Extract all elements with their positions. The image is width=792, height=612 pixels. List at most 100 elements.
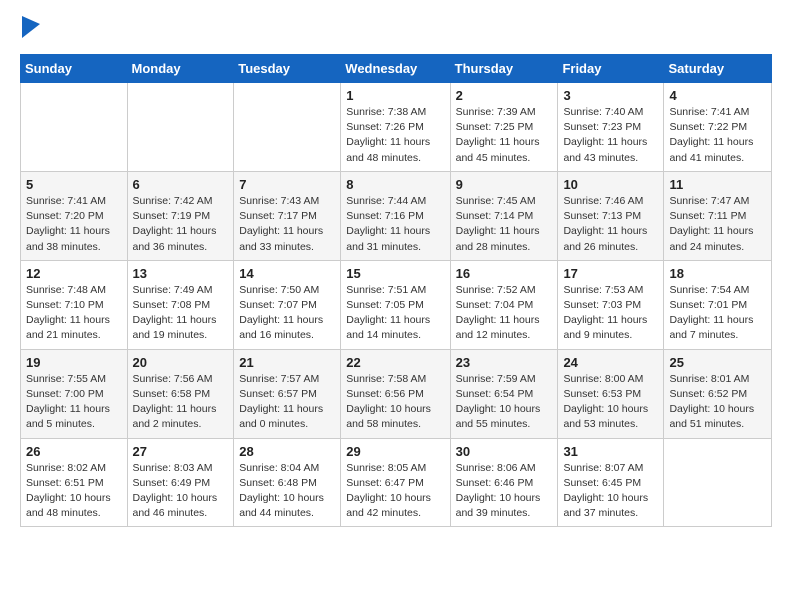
calendar-header-row: SundayMondayTuesdayWednesdayThursdayFrid… xyxy=(21,55,772,83)
day-info: Sunrise: 7:55 AM Sunset: 7:00 PM Dayligh… xyxy=(26,372,122,433)
calendar-week-row: 19 Sunrise: 7:55 AM Sunset: 7:00 PM Dayli… xyxy=(21,349,772,438)
day-number: 26 xyxy=(26,444,122,459)
calendar-cell: 4Sunrise: 7:41 AM Sunset: 7:22 PM Daylig… xyxy=(664,83,772,172)
calendar-cell: 27 Sunrise: 8:03 AM Sunset: 6:49 PM Dayli… xyxy=(127,438,234,527)
day-number: 25 xyxy=(669,355,766,370)
day-info: Sunrise: 7:46 AM Sunset: 7:13 PM Dayligh… xyxy=(563,194,658,255)
day-info: Sunrise: 8:03 AM Sunset: 6:49 PM Dayligh… xyxy=(133,461,229,522)
calendar-cell: 8 Sunrise: 7:44 AM Sunset: 7:16 PM Daylig… xyxy=(341,171,450,260)
day-number: 29 xyxy=(346,444,444,459)
day-number: 24 xyxy=(563,355,658,370)
day-number: 1 xyxy=(346,88,444,103)
calendar-cell: 1 Sunrise: 7:38 AM Sunset: 7:26 PM Daylig… xyxy=(341,83,450,172)
day-info: Sunrise: 7:54 AM Sunset: 7:01 PM Dayligh… xyxy=(669,283,766,344)
day-info: Sunrise: 7:48 AM Sunset: 7:10 PM Dayligh… xyxy=(26,283,122,344)
calendar-cell: 24 Sunrise: 8:00 AM Sunset: 6:53 PM Dayli… xyxy=(558,349,664,438)
day-number: 4 xyxy=(669,88,766,103)
calendar-cell: 25 Sunrise: 8:01 AM Sunset: 6:52 PM Dayli… xyxy=(664,349,772,438)
day-number: 13 xyxy=(133,266,229,281)
calendar-cell: 6 Sunrise: 7:42 AM Sunset: 7:19 PM Daylig… xyxy=(127,171,234,260)
calendar-cell: 21 Sunrise: 7:57 AM Sunset: 6:57 PM Dayli… xyxy=(234,349,341,438)
calendar-cell: 16Sunrise: 7:52 AM Sunset: 7:04 PM Dayli… xyxy=(450,260,558,349)
weekday-header: Sunday xyxy=(21,55,128,83)
calendar-cell: 26 Sunrise: 8:02 AM Sunset: 6:51 PM Dayli… xyxy=(21,438,128,527)
weekday-header: Tuesday xyxy=(234,55,341,83)
calendar-week-row: 26 Sunrise: 8:02 AM Sunset: 6:51 PM Dayli… xyxy=(21,438,772,527)
weekday-header: Wednesday xyxy=(341,55,450,83)
day-info: Sunrise: 8:02 AM Sunset: 6:51 PM Dayligh… xyxy=(26,461,122,522)
day-number: 11 xyxy=(669,177,766,192)
weekday-header: Saturday xyxy=(664,55,772,83)
day-info: Sunrise: 7:57 AM Sunset: 6:57 PM Dayligh… xyxy=(239,372,335,433)
day-number: 15 xyxy=(346,266,444,281)
calendar-week-row: 12Sunrise: 7:48 AM Sunset: 7:10 PM Dayli… xyxy=(21,260,772,349)
calendar-cell: 30Sunrise: 8:06 AM Sunset: 6:46 PM Dayli… xyxy=(450,438,558,527)
day-info: Sunrise: 8:00 AM Sunset: 6:53 PM Dayligh… xyxy=(563,372,658,433)
day-info: Sunrise: 7:44 AM Sunset: 7:16 PM Dayligh… xyxy=(346,194,444,255)
page-header xyxy=(20,20,772,38)
calendar-cell: 7Sunrise: 7:43 AM Sunset: 7:17 PM Daylig… xyxy=(234,171,341,260)
calendar-cell: 2Sunrise: 7:39 AM Sunset: 7:25 PM Daylig… xyxy=(450,83,558,172)
day-number: 7 xyxy=(239,177,335,192)
weekday-header: Monday xyxy=(127,55,234,83)
day-info: Sunrise: 8:01 AM Sunset: 6:52 PM Dayligh… xyxy=(669,372,766,433)
calendar-cell xyxy=(127,83,234,172)
calendar-cell: 12Sunrise: 7:48 AM Sunset: 7:10 PM Dayli… xyxy=(21,260,128,349)
calendar-cell xyxy=(21,83,128,172)
calendar-cell: 29 Sunrise: 8:05 AM Sunset: 6:47 PM Dayli… xyxy=(341,438,450,527)
day-info: Sunrise: 7:56 AM Sunset: 6:58 PM Dayligh… xyxy=(133,372,229,433)
day-number: 18 xyxy=(669,266,766,281)
logo xyxy=(20,20,40,38)
calendar-cell: 22Sunrise: 7:58 AM Sunset: 6:56 PM Dayli… xyxy=(341,349,450,438)
logo-icon xyxy=(22,16,40,38)
calendar-cell: 3Sunrise: 7:40 AM Sunset: 7:23 PM Daylig… xyxy=(558,83,664,172)
day-number: 27 xyxy=(133,444,229,459)
calendar-week-row: 1 Sunrise: 7:38 AM Sunset: 7:26 PM Daylig… xyxy=(21,83,772,172)
day-info: Sunrise: 7:47 AM Sunset: 7:11 PM Dayligh… xyxy=(669,194,766,255)
day-info: Sunrise: 7:49 AM Sunset: 7:08 PM Dayligh… xyxy=(133,283,229,344)
day-info: Sunrise: 7:39 AM Sunset: 7:25 PM Dayligh… xyxy=(456,105,553,166)
day-info: Sunrise: 8:06 AM Sunset: 6:46 PM Dayligh… xyxy=(456,461,553,522)
calendar-cell: 11 Sunrise: 7:47 AM Sunset: 7:11 PM Dayli… xyxy=(664,171,772,260)
calendar-cell: 23Sunrise: 7:59 AM Sunset: 6:54 PM Dayli… xyxy=(450,349,558,438)
calendar-cell: 14Sunrise: 7:50 AM Sunset: 7:07 PM Dayli… xyxy=(234,260,341,349)
day-number: 19 xyxy=(26,355,122,370)
calendar-cell: 9 Sunrise: 7:45 AM Sunset: 7:14 PM Daylig… xyxy=(450,171,558,260)
day-info: Sunrise: 8:04 AM Sunset: 6:48 PM Dayligh… xyxy=(239,461,335,522)
calendar-cell: 28 Sunrise: 8:04 AM Sunset: 6:48 PM Dayli… xyxy=(234,438,341,527)
calendar-cell: 31 Sunrise: 8:07 AM Sunset: 6:45 PM Dayli… xyxy=(558,438,664,527)
day-info: Sunrise: 7:52 AM Sunset: 7:04 PM Dayligh… xyxy=(456,283,553,344)
day-number: 17 xyxy=(563,266,658,281)
calendar-cell: 20 Sunrise: 7:56 AM Sunset: 6:58 PM Dayli… xyxy=(127,349,234,438)
calendar-week-row: 5 Sunrise: 7:41 AM Sunset: 7:20 PM Daylig… xyxy=(21,171,772,260)
day-number: 23 xyxy=(456,355,553,370)
calendar-cell: 13 Sunrise: 7:49 AM Sunset: 7:08 PM Dayli… xyxy=(127,260,234,349)
day-number: 9 xyxy=(456,177,553,192)
day-number: 21 xyxy=(239,355,335,370)
day-number: 28 xyxy=(239,444,335,459)
day-number: 5 xyxy=(26,177,122,192)
day-info: Sunrise: 7:40 AM Sunset: 7:23 PM Dayligh… xyxy=(563,105,658,166)
day-number: 6 xyxy=(133,177,229,192)
day-number: 8 xyxy=(346,177,444,192)
day-number: 31 xyxy=(563,444,658,459)
day-info: Sunrise: 7:41 AM Sunset: 7:20 PM Dayligh… xyxy=(26,194,122,255)
day-info: Sunrise: 7:50 AM Sunset: 7:07 PM Dayligh… xyxy=(239,283,335,344)
calendar-cell: 5 Sunrise: 7:41 AM Sunset: 7:20 PM Daylig… xyxy=(21,171,128,260)
day-info: Sunrise: 7:51 AM Sunset: 7:05 PM Dayligh… xyxy=(346,283,444,344)
day-number: 20 xyxy=(133,355,229,370)
weekday-header: Thursday xyxy=(450,55,558,83)
weekday-header: Friday xyxy=(558,55,664,83)
day-info: Sunrise: 7:42 AM Sunset: 7:19 PM Dayligh… xyxy=(133,194,229,255)
calendar-cell: 15 Sunrise: 7:51 AM Sunset: 7:05 PM Dayli… xyxy=(341,260,450,349)
day-info: Sunrise: 8:07 AM Sunset: 6:45 PM Dayligh… xyxy=(563,461,658,522)
calendar-table: SundayMondayTuesdayWednesdayThursdayFrid… xyxy=(20,54,772,527)
calendar-cell: 18 Sunrise: 7:54 AM Sunset: 7:01 PM Dayli… xyxy=(664,260,772,349)
day-info: Sunrise: 8:05 AM Sunset: 6:47 PM Dayligh… xyxy=(346,461,444,522)
calendar-cell: 17 Sunrise: 7:53 AM Sunset: 7:03 PM Dayli… xyxy=(558,260,664,349)
calendar-cell xyxy=(234,83,341,172)
day-info: Sunrise: 7:53 AM Sunset: 7:03 PM Dayligh… xyxy=(563,283,658,344)
day-info: Sunrise: 7:38 AM Sunset: 7:26 PM Dayligh… xyxy=(346,105,444,166)
calendar-cell: 19 Sunrise: 7:55 AM Sunset: 7:00 PM Dayli… xyxy=(21,349,128,438)
day-info: Sunrise: 7:45 AM Sunset: 7:14 PM Dayligh… xyxy=(456,194,553,255)
